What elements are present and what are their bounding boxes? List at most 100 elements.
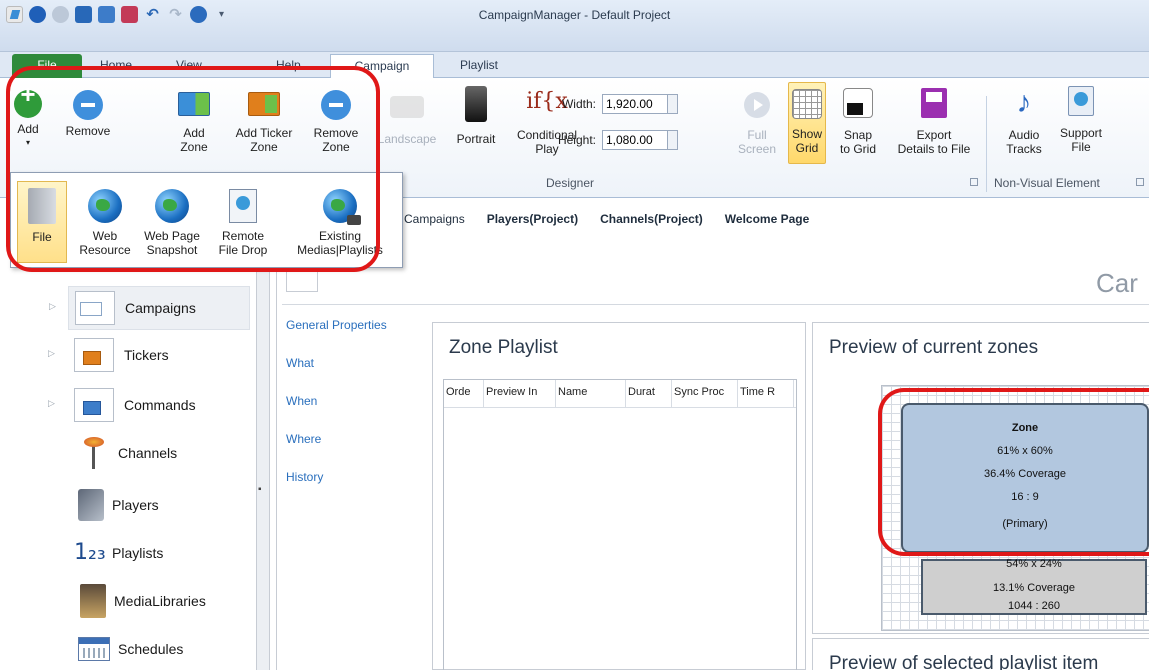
- nav-where[interactable]: Where: [286, 432, 426, 470]
- height-label: Height:: [557, 133, 596, 147]
- menu-item-label: Resource: [79, 243, 131, 257]
- height-row: Height:: [554, 130, 678, 150]
- doc-tab-channels[interactable]: Channels(Project): [600, 212, 703, 226]
- nav-general-properties[interactable]: General Properties: [286, 318, 426, 356]
- menu-item-label: Remote: [221, 229, 265, 243]
- column-header-time[interactable]: Time R: [738, 380, 794, 407]
- support-file-button[interactable]: Support File: [1050, 86, 1112, 154]
- menu-item-file[interactable]: File: [17, 181, 67, 263]
- menu-item-remote-file-drop[interactable]: Remote File Drop: [207, 181, 279, 257]
- nav-what[interactable]: What: [286, 356, 426, 394]
- tab-help[interactable]: Help: [262, 54, 315, 78]
- tab-home[interactable]: Home: [86, 54, 146, 78]
- play-icon: [744, 92, 770, 118]
- globe-camera-icon: [323, 189, 361, 225]
- column-header-duration[interactable]: Durat: [626, 380, 672, 407]
- divider: [282, 304, 1149, 305]
- remove-zone-button[interactable]: Remove Zone: [306, 90, 366, 154]
- column-header-order[interactable]: Orde: [444, 380, 484, 407]
- support-label-1: Support: [1059, 126, 1103, 140]
- grid-header: Orde Preview In Name Durat Sync Proc Tim…: [444, 380, 796, 408]
- sidebar-item-playlists[interactable]: 1₂₃ Playlists: [74, 532, 163, 574]
- page-title: Car: [1096, 268, 1138, 298]
- add-button[interactable]: Add ▾: [8, 87, 48, 150]
- menu-item-web-resource[interactable]: Web Resource: [73, 181, 137, 257]
- tab-view[interactable]: View: [162, 54, 216, 78]
- splitter-grip-icon[interactable]: ▪: [258, 484, 262, 495]
- height-input[interactable]: [602, 130, 668, 150]
- column-header-preview[interactable]: Preview In: [484, 380, 556, 407]
- portrait-button[interactable]: Portrait: [446, 86, 506, 146]
- export-label-1: Export: [916, 128, 952, 142]
- non-visual-launcher-icon[interactable]: [1136, 178, 1144, 186]
- sidebar-item-tickers[interactable]: ▷ Tickers: [48, 334, 169, 376]
- add-ticker-zone-label-1: Add Ticker: [235, 126, 293, 140]
- expand-arrow-icon[interactable]: ▷: [48, 348, 55, 359]
- remove-zone-icon: [321, 90, 351, 120]
- tab-campaign[interactable]: Campaign: [330, 54, 434, 78]
- nav-history[interactable]: History: [286, 470, 426, 508]
- expand-arrow-icon[interactable]: ▷: [49, 301, 56, 312]
- ticker-zone-size: 54% x 24%: [1006, 558, 1062, 570]
- landscape-button[interactable]: Landscape: [372, 96, 442, 146]
- sidebar-item-campaigns[interactable]: ▷ Campaigns: [49, 286, 250, 330]
- menu-item-web-page-snapshot[interactable]: Web Page Snapshot: [139, 181, 205, 257]
- column-header-sync[interactable]: Sync Proc: [672, 380, 738, 407]
- tab-file[interactable]: File: [12, 54, 82, 78]
- expand-arrow-icon[interactable]: ▷: [48, 398, 55, 409]
- commands-icon: [74, 388, 114, 422]
- sidebar-item-label: Channels: [118, 445, 178, 461]
- ticker-icon: [74, 338, 114, 372]
- remote-document-icon: [229, 189, 257, 223]
- add-ticker-zone-button[interactable]: Add Ticker Zone: [228, 92, 300, 154]
- ticker-zone-ratio: 1044 : 260: [1008, 600, 1060, 612]
- doc-tab-welcome[interactable]: Welcome Page: [725, 212, 809, 226]
- sidebar-item-commands[interactable]: ▷ Commands: [48, 384, 196, 426]
- sidebar-item-medialibraries[interactable]: MediaLibraries: [80, 580, 206, 622]
- ticker-zone-box[interactable]: 54% x 24% 13.1% Coverage 1044 : 260: [921, 558, 1147, 615]
- remove-icon: [73, 90, 103, 120]
- column-header-name[interactable]: Name: [556, 380, 626, 407]
- sidebar-item-label: Commands: [124, 397, 196, 413]
- full-screen-label-1: Full: [747, 128, 767, 142]
- sidebar-splitter[interactable]: [256, 198, 270, 670]
- zone-playlist-panel: Zone Playlist Orde Preview In Name Durat…: [432, 322, 806, 670]
- chevron-down-icon: ▾: [25, 138, 30, 147]
- sidebar-item-schedules[interactable]: Schedules: [78, 628, 183, 670]
- grid-icon: [792, 89, 822, 119]
- width-label: Width:: [561, 97, 596, 111]
- remove-button[interactable]: Remove: [62, 90, 114, 138]
- doc-tab-players[interactable]: Players(Project): [487, 212, 578, 226]
- menu-item-existing-medias[interactable]: Existing Medias|Playlists: [283, 181, 397, 257]
- doc-tab-campaigns[interactable]: Campaigns: [404, 212, 465, 226]
- full-screen-button[interactable]: Full Screen: [736, 92, 778, 156]
- menu-item-label: Snapshot: [146, 243, 198, 257]
- preview-selected-panel: Preview of selected playlist item: [812, 638, 1149, 670]
- show-grid-button[interactable]: Show Grid: [788, 82, 826, 164]
- export-icon: [921, 88, 947, 118]
- width-spinner[interactable]: [668, 94, 678, 114]
- ticker-zone-icon: [248, 92, 280, 116]
- ribbon-tabs: File Home View Help Campaign Playlist: [0, 52, 1149, 78]
- snap-to-grid-button[interactable]: Snap to Grid: [830, 88, 886, 156]
- tab-playlist[interactable]: Playlist: [446, 54, 512, 78]
- zone-playlist-grid[interactable]: Orde Preview In Name Durat Sync Proc Tim…: [443, 379, 797, 670]
- window-title: CampaignManager - Default Project: [478, 8, 671, 22]
- file-icon: [28, 188, 56, 224]
- export-details-button[interactable]: Export Details to File: [886, 88, 982, 156]
- menu-item-label: File Drop: [218, 243, 268, 257]
- add-zone-button[interactable]: Add Zone: [174, 92, 214, 154]
- sidebar-item-players[interactable]: Players: [78, 484, 159, 526]
- height-spinner[interactable]: [668, 130, 678, 150]
- add-label: Add: [17, 122, 39, 136]
- designer-launcher-icon[interactable]: [970, 178, 978, 186]
- sidebar-item-channels[interactable]: Channels: [78, 432, 177, 474]
- primary-zone-box[interactable]: Zone 61% x 60% 36.4% Coverage 16 : 9 (Pr…: [901, 403, 1149, 553]
- zone-coverage: 36.4% Coverage: [984, 468, 1066, 480]
- menu-item-label: Medias|Playlists: [297, 243, 383, 257]
- audio-tracks-button[interactable]: ♪ Audio Tracks: [1000, 86, 1048, 156]
- width-input[interactable]: [602, 94, 668, 114]
- music-note-icon: ♪: [1016, 86, 1032, 119]
- preview-zones-panel: Preview of current zones 54% x 24% 13.1%…: [812, 322, 1149, 634]
- nav-when[interactable]: When: [286, 394, 426, 432]
